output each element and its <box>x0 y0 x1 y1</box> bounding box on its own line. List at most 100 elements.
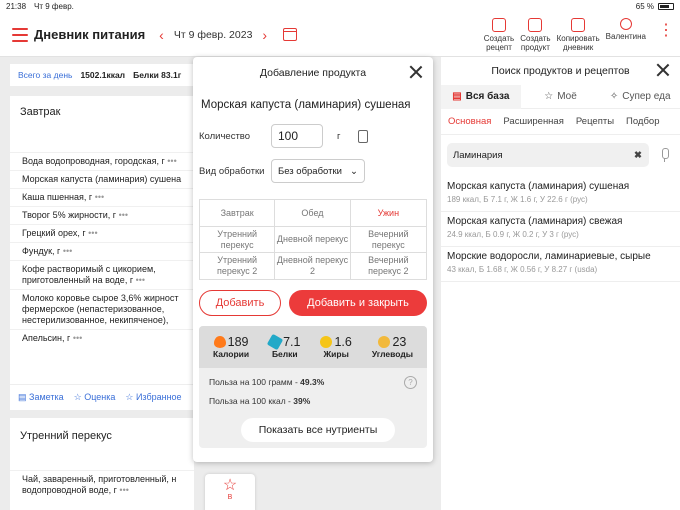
flame-icon <box>213 336 226 348</box>
subtab-basic[interactable]: Основная <box>448 116 491 127</box>
food-item[interactable]: Вода водопроводная, городская, г ••• <box>10 152 194 170</box>
fat-drop-icon <box>320 336 333 348</box>
help-icon[interactable]: ? <box>404 376 417 389</box>
search-row: Ламинария ✖ <box>441 135 680 167</box>
battery-percent: 65 % <box>635 2 654 11</box>
macros-row: 189 Калории 7.1 Белки 1.6 Жиры 23 Углево… <box>199 326 427 368</box>
battery-icon <box>658 3 674 10</box>
processing-label: Вид обработки <box>199 165 265 177</box>
rating-button[interactable]: ☆ Оценка <box>74 392 116 403</box>
app-header: Дневник питания ‹ Чт 9 февр. 2023 › Созд… <box>0 13 680 57</box>
list-item[interactable]: Морская капуста (ламинария) свежая 24.9 … <box>441 212 680 247</box>
profile-button[interactable]: Валентина <box>606 17 646 41</box>
meal-option-evening-snack-2[interactable]: Вечерний перекус 2 <box>351 253 426 279</box>
microphone-icon[interactable] <box>659 148 671 162</box>
summary-kcal: 1502.1ккал <box>80 70 126 80</box>
meal-option-dinner[interactable]: Ужин <box>350 200 426 227</box>
tab-all-database[interactable]: ▤ Вся база <box>441 84 521 109</box>
create-recipe-button[interactable]: Создать рецепт <box>484 17 514 52</box>
meal-option-morning-snack-2[interactable]: Утренний перекус 2 <box>200 253 276 279</box>
subtab-recipes[interactable]: Рецепты <box>576 116 614 127</box>
product-name: Морская капуста (ламинария) сушеная <box>201 99 411 111</box>
status-time: 21:38 <box>6 2 27 11</box>
processing-select[interactable]: Без обработки ⌄ <box>271 159 365 183</box>
food-item[interactable]: Апельсин, г ••• <box>10 329 194 347</box>
status-day: Чт 9 февр. <box>34 2 74 11</box>
star-icon: ☆ <box>222 477 238 494</box>
search-title: Поиск продуктов и рецептов <box>491 65 630 77</box>
search-header: Поиск продуктов и рецептов <box>441 57 680 85</box>
food-item[interactable]: Морская капуста (ламинария) сушена <box>10 170 194 188</box>
subtab-extended[interactable]: Расширенная <box>503 116 563 127</box>
grain-icon <box>378 336 391 348</box>
prev-day-chevron-icon[interactable]: ‹ <box>159 27 164 43</box>
list-item[interactable]: Морская капуста (ламинария) сушеная 189 … <box>441 177 680 212</box>
show-all-nutrients-button[interactable]: Показать все нутриенты <box>241 418 395 442</box>
food-item[interactable]: Каша пшенная, г ••• <box>10 188 194 206</box>
next-day-chevron-icon[interactable]: › <box>262 27 267 43</box>
recipe-icon <box>491 17 506 32</box>
summary-label: Всего за день <box>18 70 73 80</box>
date-navigator: ‹ Чт 9 февр. 2023 › <box>159 27 298 43</box>
meal-option-breakfast[interactable]: Завтрак <box>200 200 276 227</box>
meal-option-morning-snack[interactable]: Утренний перекус <box>200 227 276 253</box>
fat-stat: 1.6 Жиры <box>320 335 352 359</box>
close-icon[interactable] <box>656 63 670 77</box>
meal-option-lunch[interactable]: Обед <box>275 200 351 227</box>
food-item[interactable]: Грецкий орех, г ••• <box>10 224 194 242</box>
close-icon[interactable] <box>409 65 423 79</box>
search-subtabs: Основная Расширенная Рецепты Подбор <box>441 109 680 135</box>
unit-label: г <box>337 130 341 142</box>
tab-super-food[interactable]: ✧ Супер еда <box>600 85 680 109</box>
snack-title: Утренний перекус <box>20 430 112 442</box>
calculator-icon[interactable] <box>358 129 369 143</box>
search-input[interactable]: Ламинария ✖ <box>447 143 649 167</box>
create-product-button[interactable]: Создать продукт <box>520 17 551 52</box>
chevron-down-icon: ⌄ <box>350 165 358 177</box>
add-and-close-button[interactable]: Добавить и закрыть <box>289 290 427 316</box>
carbs-stat: 23 Углеводы <box>371 335 413 359</box>
food-item[interactable]: Фундук, г ••• <box>10 242 194 260</box>
copy-diary-button[interactable]: Копировать дневник <box>557 17 600 52</box>
list-item[interactable]: Морские водоросли, ламинариевые, сырые 4… <box>441 247 680 282</box>
tab-mine[interactable]: ☆ Моё <box>521 85 601 109</box>
copy-icon <box>571 17 586 32</box>
breakfast-title: Завтрак <box>20 106 61 118</box>
quantity-label: Количество <box>199 130 251 142</box>
favorites-button[interactable]: ☆ Избранное <box>125 392 181 403</box>
database-icon: ▤ <box>452 91 462 102</box>
food-item[interactable]: Чай, заваренный, приготовленный, н водоп… <box>10 470 194 499</box>
meal-selector: Завтрак Обед Ужин Утренний перекус Дневн… <box>199 199 427 280</box>
quantity-input[interactable]: 100 <box>271 124 323 148</box>
processing-row: Вид обработки Без обработки ⌄ <box>193 153 433 189</box>
benefit-per-kcal: Польза на 100 ккал - 39% <box>209 396 311 406</box>
subtab-selection[interactable]: Подбор <box>626 116 659 127</box>
quantity-row: Количество 100 г <box>193 119 433 153</box>
note-button[interactable]: ▤ Заметка <box>18 392 64 403</box>
calendar-icon[interactable] <box>283 28 298 41</box>
menu-icon[interactable] <box>12 27 28 42</box>
meal-option-evening-snack[interactable]: Вечерний перекус <box>350 227 426 253</box>
current-date[interactable]: Чт 9 февр. 2023 <box>174 29 253 41</box>
header-actions: Создать рецепт Создать продукт Копироват… <box>484 17 674 52</box>
food-item[interactable]: Молоко коровье сырое 3,6% жирност фермер… <box>10 289 194 329</box>
cup-icon: ✧ <box>609 91 619 102</box>
search-panel: Поиск продуктов и рецептов ▤ Вся база ☆ Мо… <box>441 57 680 510</box>
add-button[interactable]: Добавить <box>199 290 281 316</box>
nutrition-panel: 189 Калории 7.1 Белки 1.6 Жиры 23 Углево… <box>199 326 427 448</box>
meal-option-day-snack-2[interactable]: Дневной перекус 2 <box>275 253 351 279</box>
food-item[interactable]: Кофе растворимый с цикорием, приготовлен… <box>10 260 194 289</box>
calories-stat: 189 Калории <box>212 335 250 359</box>
day-summary: Всего за день 1502.1ккал Белки 83.1г <box>10 64 196 86</box>
dialog-header: Добавление продукта <box>193 57 433 89</box>
meal-option-day-snack[interactable]: Дневной перекус <box>275 227 351 253</box>
clear-icon[interactable]: ✖ <box>634 150 642 161</box>
add-product-dialog: Добавление продукта Морская капуста (лам… <box>193 57 433 462</box>
food-item[interactable]: Творог 5% жирности, г ••• <box>10 206 194 224</box>
more-options-icon[interactable]: ⋮ <box>658 22 674 38</box>
favorite-star-card[interactable]: ☆ В <box>205 474 255 510</box>
search-results: Морская капуста (ламинария) сушеная 189 … <box>441 177 680 282</box>
app-title: Дневник питания <box>34 27 146 42</box>
status-right: 65 % <box>636 2 674 11</box>
summary-protein: Белки 83.1г <box>133 70 182 80</box>
